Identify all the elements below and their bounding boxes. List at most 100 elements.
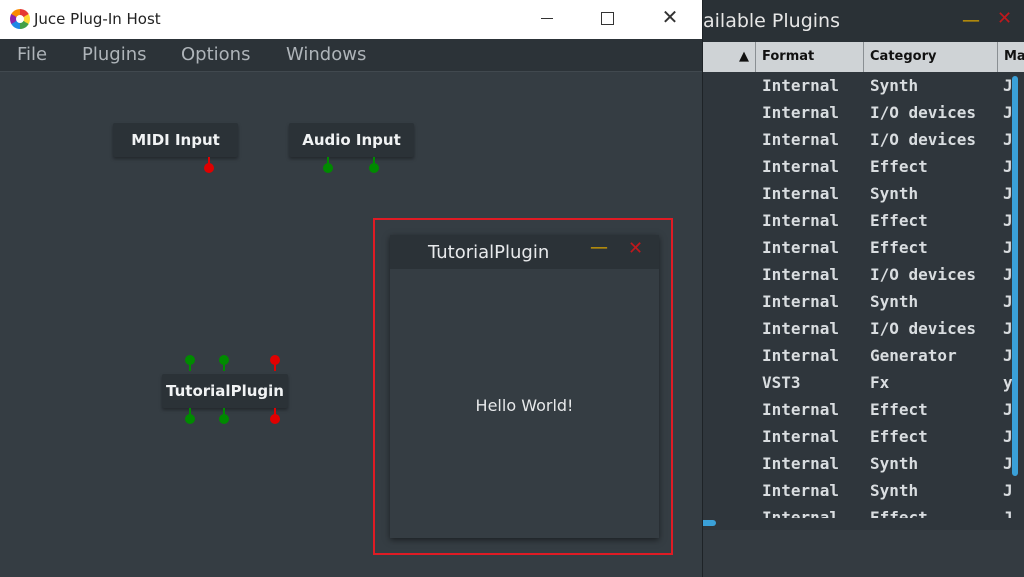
maximize-button[interactable]	[589, 6, 625, 32]
plugins-window-titlebar[interactable]: ailable Plugins — ✕	[700, 0, 1024, 42]
cell-category: I/O devices	[870, 103, 976, 122]
editor-titlebar[interactable]: TutorialPlugin — ✕	[390, 235, 659, 269]
node-label: MIDI Input	[131, 131, 220, 149]
cell-category: Synth	[870, 184, 919, 203]
table-row[interactable]: Internal Generator J	[700, 342, 1024, 369]
tutorial-plugin-node[interactable]: TutorialPlugin	[162, 374, 288, 408]
cell-format: Internal	[762, 184, 840, 203]
sort-arrow-icon[interactable]: ▲	[700, 42, 756, 72]
cell-format: Internal	[762, 454, 840, 473]
minimize-icon	[541, 18, 553, 19]
table-header: ▲ Format Category Ma	[700, 42, 1024, 72]
cell-category: Generator	[870, 346, 957, 365]
cell-manufacturer: J	[1003, 508, 1013, 518]
table-row[interactable]: Internal Synth J	[700, 477, 1024, 504]
menu-options[interactable]: Options	[181, 44, 250, 65]
plugin-editor-window: TutorialPlugin — ✕ Hello World!	[390, 235, 659, 538]
table-row[interactable]: Internal Effect J	[700, 207, 1024, 234]
table-row[interactable]: Internal I/O devices J	[700, 99, 1024, 126]
cell-category: Synth	[870, 292, 919, 311]
table-row[interactable]: Internal Synth J	[700, 180, 1024, 207]
cell-format: Internal	[762, 76, 840, 95]
menu-bar: File Plugins Options Windows	[0, 39, 702, 72]
cell-format: VST3	[762, 373, 801, 392]
cell-manufacturer: J	[1003, 481, 1013, 500]
cell-category: Synth	[870, 481, 919, 500]
cell-format: Internal	[762, 157, 840, 176]
host-titlebar[interactable]: Juce Plug-In Host ✕	[0, 0, 702, 39]
plugin-input-pin-right[interactable]	[219, 355, 229, 371]
maximize-icon	[601, 12, 614, 25]
menu-windows[interactable]: Windows	[286, 44, 366, 65]
cell-format: Internal	[762, 481, 840, 500]
table-row[interactable]: Internal I/O devices J	[700, 261, 1024, 288]
close-icon[interactable]: ✕	[628, 238, 643, 259]
table-row[interactable]: Internal Synth J	[700, 72, 1024, 99]
cell-category: Synth	[870, 454, 919, 473]
table-row[interactable]: Internal Effect J	[700, 504, 1024, 518]
cell-category: Effect	[870, 508, 928, 518]
column-header-manufacturer[interactable]: Ma	[998, 42, 1024, 72]
cell-format: Internal	[762, 508, 840, 518]
midi-output-pin[interactable]	[204, 157, 214, 173]
table-row[interactable]: Internal Effect J	[700, 153, 1024, 180]
table-row[interactable]: Internal Synth J	[700, 288, 1024, 315]
table-row[interactable]: Internal Effect J	[700, 234, 1024, 261]
cell-format: Internal	[762, 292, 840, 311]
menu-plugins[interactable]: Plugins	[82, 44, 146, 65]
audio-output-pin-left[interactable]	[323, 157, 333, 173]
cell-category: I/O devices	[870, 319, 976, 338]
cell-category: Effect	[870, 400, 928, 419]
plugins-table-body: Internal Synth J Internal I/O devices J Intern…	[700, 72, 1024, 518]
vertical-scrollbar[interactable]	[1012, 76, 1018, 476]
minimize-icon[interactable]: —	[962, 10, 980, 31]
close-button[interactable]: ✕	[652, 6, 688, 32]
node-label: Audio Input	[302, 131, 401, 149]
juce-logo-icon	[10, 9, 30, 29]
cell-format: Internal	[762, 427, 840, 446]
plugin-output-pin-left[interactable]	[185, 408, 195, 424]
plugin-midi-input-pin[interactable]	[270, 355, 280, 371]
cell-category: Fx	[870, 373, 890, 392]
cell-format: Internal	[762, 238, 840, 257]
table-row[interactable]: Internal I/O devices J	[700, 126, 1024, 153]
window-title: Juce Plug-In Host	[34, 10, 161, 28]
minimize-button[interactable]	[529, 6, 565, 32]
cell-format: Internal	[762, 103, 840, 122]
plugin-input-pin-left[interactable]	[185, 355, 195, 371]
cell-format: Internal	[762, 400, 840, 419]
close-icon[interactable]: ✕	[997, 8, 1012, 29]
table-row[interactable]: Internal Effect J	[700, 423, 1024, 450]
cell-format: Internal	[762, 265, 840, 284]
cell-category: I/O devices	[870, 130, 976, 149]
audio-output-pin-right[interactable]	[369, 157, 379, 173]
cell-category: Effect	[870, 238, 928, 257]
table-row[interactable]: Internal Synth J	[700, 450, 1024, 477]
cell-category: I/O devices	[870, 265, 976, 284]
cell-format: Internal	[762, 319, 840, 338]
cell-format: Internal	[762, 130, 840, 149]
node-label: TutorialPlugin	[166, 382, 284, 400]
plugin-host-window: Juce Plug-In Host ✕ File Plugins Options…	[0, 0, 703, 577]
plugins-window-footer	[700, 530, 1024, 577]
midi-input-node[interactable]: MIDI Input	[113, 123, 238, 157]
plugins-window-title: ailable Plugins	[703, 10, 840, 32]
column-header-format[interactable]: Format	[756, 42, 864, 72]
table-row[interactable]: Internal I/O devices J	[700, 315, 1024, 342]
plugin-midi-output-pin[interactable]	[270, 408, 280, 424]
available-plugins-window: ailable Plugins — ✕ ▲ Format Category Ma…	[700, 0, 1024, 577]
cell-category: Effect	[870, 211, 928, 230]
plugin-output-pin-right[interactable]	[219, 408, 229, 424]
editor-title: TutorialPlugin	[428, 242, 550, 263]
menu-file[interactable]: File	[17, 44, 47, 65]
audio-input-node[interactable]: Audio Input	[289, 123, 414, 157]
cell-category: Effect	[870, 157, 928, 176]
cell-format: Internal	[762, 211, 840, 230]
cell-category: Synth	[870, 76, 919, 95]
hello-world-text: Hello World!	[475, 396, 574, 415]
table-row[interactable]: Internal Effect J	[700, 396, 1024, 423]
cell-category: Effect	[870, 427, 928, 446]
column-header-category[interactable]: Category	[864, 42, 998, 72]
table-row[interactable]: VST3 Fx y	[700, 369, 1024, 396]
minimize-icon[interactable]: —	[590, 237, 608, 258]
